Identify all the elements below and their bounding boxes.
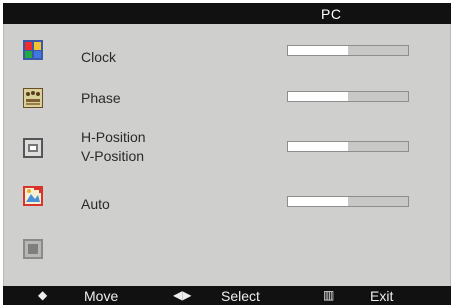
footer-bar: ◆ Move ◀▶ Select ▥ Exit: [3, 286, 451, 305]
menu-label-clock: Clock: [81, 49, 117, 65]
exit-icon: ▥: [323, 288, 335, 302]
auto-slider[interactable]: [287, 196, 409, 207]
select-label: Select: [221, 288, 260, 304]
menu-label-phase: Phase: [81, 90, 121, 106]
phase-slider[interactable]: [287, 91, 409, 102]
menu-label-auto: Auto: [81, 196, 110, 212]
position-icon: [23, 138, 43, 158]
auto-slider-fill: [288, 197, 348, 206]
auto-adjust-icon: [23, 186, 43, 206]
reset-icon: [23, 239, 43, 259]
phase-icon: [23, 88, 43, 108]
title-bar: PC: [3, 3, 451, 24]
pc-osd-menu: PC Clock Phase H-Position V-Position Aut…: [0, 0, 456, 305]
menu-title: PC: [321, 6, 342, 22]
move-label: Move: [84, 288, 119, 304]
menu-label-v-position: V-Position: [81, 148, 145, 164]
select-icon: ◀▶: [173, 288, 192, 302]
clock-slider[interactable]: [287, 45, 409, 56]
move-icon: ◆: [38, 288, 48, 302]
position-slider-fill: [288, 142, 348, 151]
position-slider[interactable]: [287, 141, 409, 152]
phase-slider-fill: [288, 92, 348, 101]
menu-label-h-position: H-Position: [81, 129, 146, 145]
clock-icon: [23, 40, 43, 60]
exit-label: Exit: [370, 288, 394, 304]
clock-slider-fill: [288, 46, 348, 55]
